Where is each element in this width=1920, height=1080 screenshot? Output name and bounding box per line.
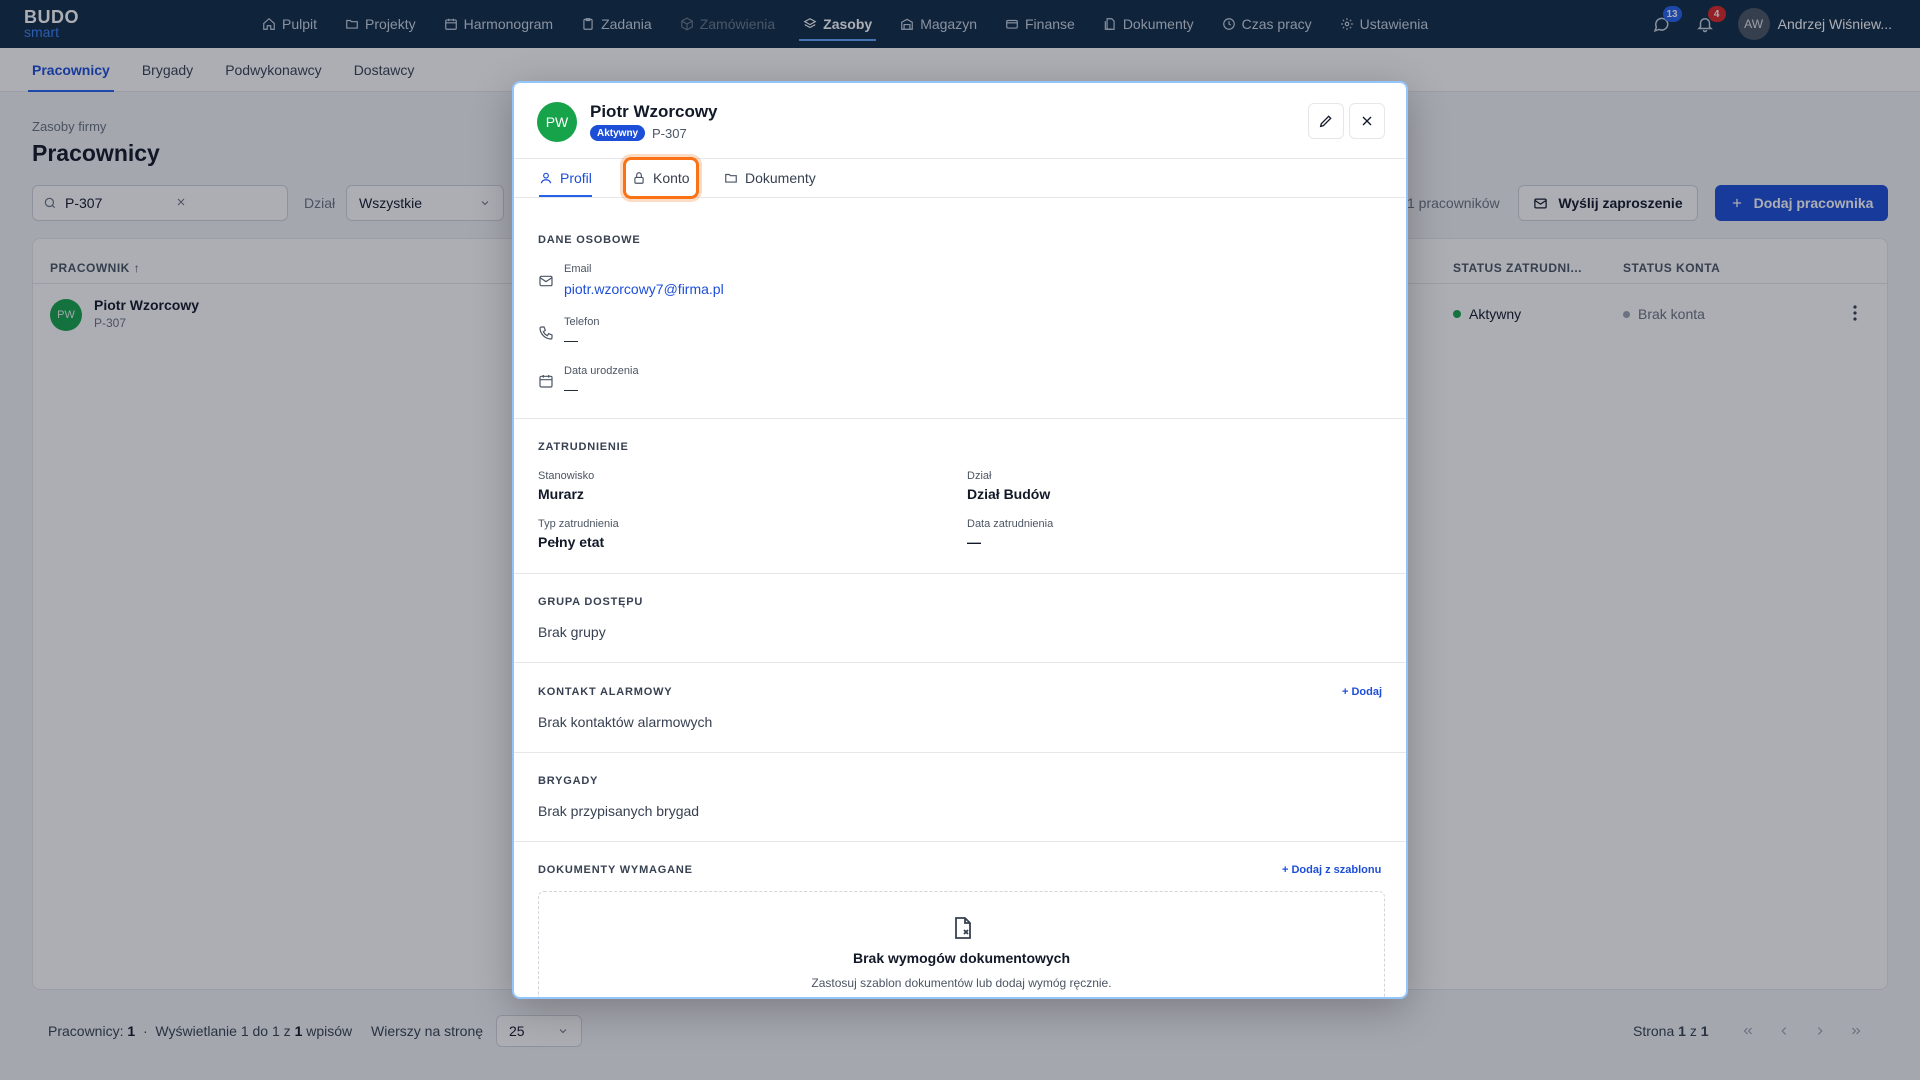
employee-details-modal: PW Piotr Wzorcowy Aktywny P-307 Profil K… bbox=[512, 81, 1408, 999]
phone-value: — bbox=[564, 332, 578, 348]
tab-label: Konto bbox=[653, 170, 690, 186]
email-label: Email bbox=[564, 263, 592, 275]
section-title-required-documents: DOKUMENTY WYMAGANE bbox=[538, 864, 693, 876]
section-divider bbox=[514, 752, 1406, 753]
emergency-contact-empty: Brak kontaktów alarmowych bbox=[538, 714, 713, 730]
section-title-crews: BRYGADY bbox=[538, 775, 599, 787]
tab-dokumenty[interactable]: Dokumenty bbox=[724, 159, 816, 197]
section-divider bbox=[514, 662, 1406, 663]
documents-empty-subtitle: Zastosuj szablon dokumentów lub dodaj wy… bbox=[811, 976, 1112, 990]
phone-icon bbox=[538, 325, 554, 341]
access-group-value: Brak grupy bbox=[538, 624, 606, 640]
employment-type-label: Typ zatrudnienia bbox=[538, 518, 619, 530]
modal-employee-id: P-307 bbox=[652, 126, 687, 141]
file-x-icon bbox=[952, 916, 974, 940]
status-badge: Aktywny bbox=[590, 125, 646, 141]
phone-label: Telefon bbox=[564, 316, 600, 328]
position-value: Murarz bbox=[538, 486, 584, 502]
add-from-template-link[interactable]: + Dodaj z szablonu bbox=[1282, 864, 1381, 876]
lock-icon bbox=[634, 172, 644, 184]
email-link[interactable]: piotr.wzorcowy7@firma.pl bbox=[564, 281, 724, 297]
hire-date-value: — bbox=[967, 534, 981, 550]
hire-date-label: Data zatrudnienia bbox=[967, 518, 1054, 530]
modal-tabs: Profil Konto Dokumenty bbox=[514, 157, 1406, 199]
section-divider bbox=[514, 841, 1406, 842]
department-label: Dział bbox=[967, 470, 992, 482]
tab-profil[interactable]: Profil bbox=[539, 159, 592, 197]
close-modal-button[interactable] bbox=[1349, 103, 1385, 139]
folder-icon bbox=[725, 173, 737, 183]
close-icon bbox=[1362, 116, 1372, 126]
documents-empty-state: Brak wymogów dokumentowych Zastosuj szab… bbox=[538, 891, 1385, 997]
tab-label: Profil bbox=[560, 170, 592, 186]
section-title-emergency-contact: KONTAKT ALARMOWY bbox=[538, 686, 673, 698]
crews-empty: Brak przypisanych brygad bbox=[538, 803, 700, 819]
section-title-personal: DANE OSOBOWE bbox=[538, 234, 641, 246]
employment-type-value: Pełny etat bbox=[538, 534, 605, 550]
calendar-icon bbox=[538, 373, 554, 389]
birth-date-label: Data urodzenia bbox=[564, 365, 639, 377]
pencil-icon bbox=[1319, 115, 1332, 128]
position-label: Stanowisko bbox=[538, 470, 595, 482]
documents-empty-title: Brak wymogów dokumentowych bbox=[852, 950, 1071, 966]
edit-button[interactable] bbox=[1308, 103, 1344, 139]
section-title-employment: ZATRUDNIENIE bbox=[538, 441, 629, 453]
tab-label: Dokumenty bbox=[745, 170, 816, 186]
section-title-access-group: GRUPA DOSTĘPU bbox=[538, 596, 644, 608]
birth-date-value: — bbox=[564, 381, 578, 397]
add-emergency-contact-link[interactable]: + Dodaj bbox=[1342, 686, 1382, 698]
user-icon bbox=[540, 172, 552, 184]
modal-avatar: PW bbox=[537, 102, 577, 142]
department-value: Dział Budów bbox=[967, 486, 1051, 502]
modal-employee-name: Piotr Wzorcowy bbox=[590, 102, 718, 121]
section-divider bbox=[514, 573, 1406, 574]
mail-icon bbox=[538, 273, 554, 289]
tab-konto[interactable]: Konto bbox=[623, 157, 699, 199]
section-divider bbox=[514, 418, 1406, 419]
